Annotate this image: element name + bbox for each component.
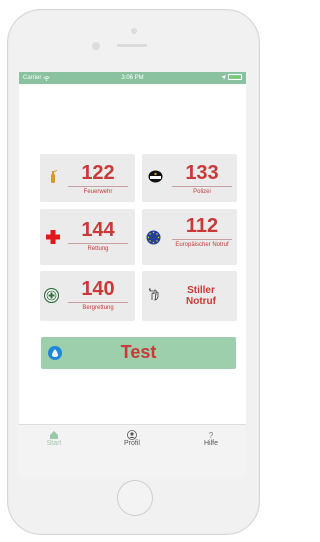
- tile-label: Europäischer Notruf: [175, 242, 229, 248]
- home-button[interactable]: [117, 480, 153, 516]
- tile-number: 112: [185, 215, 219, 237]
- tile-polizei[interactable]: 133 Polizei: [142, 154, 237, 202]
- help-icon: ?: [209, 431, 214, 440]
- tab-label: Profil: [124, 440, 140, 447]
- status-right: [221, 74, 242, 80]
- tile-label: Feuerwehr: [83, 189, 113, 195]
- status-time: 3:06 PM: [121, 75, 144, 81]
- tab-profil[interactable]: Profil: [102, 430, 162, 447]
- fire-extinguisher-icon: [51, 170, 57, 183]
- tab-label: Start: [46, 440, 62, 447]
- tile-divider: [68, 186, 128, 187]
- sensor-dot: [92, 42, 100, 50]
- location-arrow-icon: [221, 74, 226, 80]
- tile-label: Rettung: [87, 246, 109, 252]
- tile-feuerwehr[interactable]: 122 Feuerwehr: [40, 154, 135, 202]
- tile-divider: [68, 302, 128, 303]
- mountain-rescue-badge-icon: [44, 288, 59, 303]
- tab-bar: Start Profil ? Hilfe: [19, 424, 246, 477]
- front-camera: [131, 28, 137, 34]
- tile-label: Polizei: [193, 189, 211, 195]
- tile-rettung[interactable]: 144 Rettung: [40, 209, 135, 265]
- test-button[interactable]: Test: [41, 337, 236, 369]
- test-button-label: Test: [120, 342, 157, 362]
- earpiece-speaker: [117, 44, 147, 47]
- svg-text:?: ?: [209, 431, 214, 440]
- tile-number: 122: [81, 162, 115, 184]
- red-cross-icon: [46, 230, 60, 244]
- hand-gesture-icon: [148, 288, 159, 301]
- home-icon: [50, 431, 58, 439]
- tile-number: 140: [81, 278, 115, 300]
- stiller-line-2: Notruf: [186, 296, 216, 307]
- police-cap-icon: [148, 170, 163, 183]
- tab-start[interactable]: Start: [24, 430, 84, 447]
- tab-hilfe[interactable]: ? Hilfe: [181, 430, 241, 447]
- tile-divider: [68, 243, 128, 244]
- eu-flag-icon: [146, 230, 161, 245]
- tile-divider: [172, 186, 232, 187]
- tile-europaeischer-notruf[interactable]: 112 Europäischer Notruf: [142, 209, 237, 265]
- stiller-notruf-label: Stiller Notruf: [171, 285, 231, 307]
- tile-divider: [172, 239, 232, 240]
- status-bar: Carrier 3:06 PM: [19, 72, 246, 84]
- tile-number: 144: [81, 219, 115, 241]
- tab-label: Hilfe: [203, 440, 218, 447]
- tile-label: Bergrettung: [82, 305, 114, 311]
- tile-bergrettung[interactable]: 140 Bergrettung: [40, 271, 135, 321]
- battery-icon: [228, 74, 242, 80]
- profile-icon: [127, 430, 137, 440]
- tile-stiller-notruf[interactable]: Stiller Notruf: [142, 271, 237, 321]
- tile-number: 133: [185, 162, 219, 184]
- app-screen: Carrier 3:06 PM 122 Feuerwehr 133 Polize…: [19, 72, 246, 477]
- stiller-line-1: Stiller: [187, 285, 215, 296]
